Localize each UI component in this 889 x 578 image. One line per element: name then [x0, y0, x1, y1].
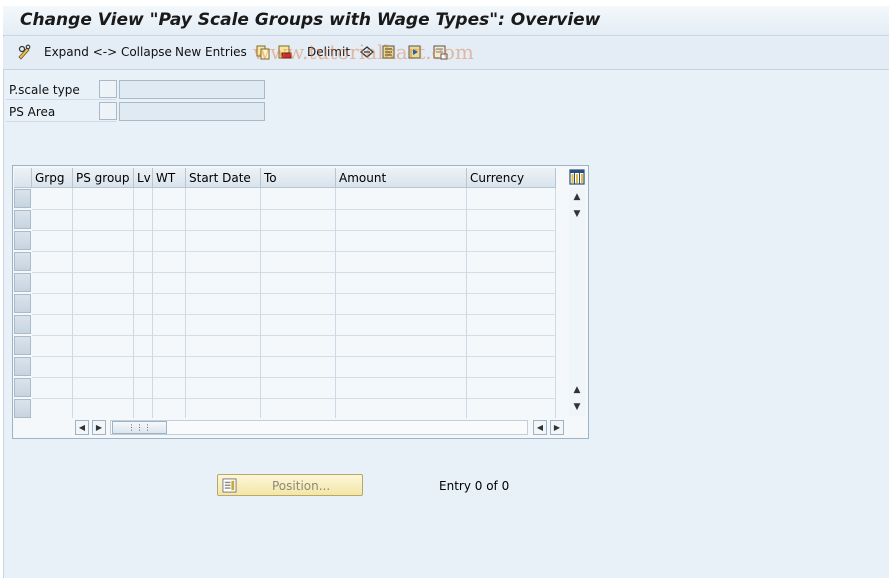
- grid-line: [32, 230, 555, 231]
- grid-line: [32, 377, 555, 378]
- row-selector[interactable]: [14, 252, 31, 271]
- row-selector[interactable]: [14, 357, 31, 376]
- row-selector[interactable]: [14, 210, 31, 229]
- row-selector[interactable]: [14, 231, 31, 250]
- page-title: Change View "Pay Scale Groups with Wage …: [20, 10, 601, 30]
- row-selector[interactable]: [14, 399, 31, 418]
- position-button-label: Position...: [272, 479, 331, 493]
- scroll-first-page-icon[interactable]: ▲: [571, 191, 583, 203]
- grid-line: [32, 356, 555, 357]
- grid-line: [32, 314, 555, 315]
- grid-line: [32, 272, 555, 273]
- row-selector[interactable]: [14, 336, 31, 355]
- application-toolbar: Expand <-> Collapse New Entries Delimit: [3, 37, 889, 70]
- grid-line: [466, 188, 467, 418]
- undo-icon[interactable]: [359, 44, 375, 60]
- pscale-type-label: P.scale type: [9, 83, 80, 97]
- horizontal-scrollbar[interactable]: [110, 420, 528, 435]
- scroll-down-icon[interactable]: ▲: [571, 384, 583, 396]
- title-bar: Change View "Pay Scale Groups with Wage …: [3, 6, 889, 36]
- scroll-right-icon[interactable]: ▶: [92, 420, 106, 435]
- position-icon: [222, 478, 237, 493]
- column-header-to[interactable]: To: [261, 168, 336, 188]
- column-header-amount[interactable]: Amount: [336, 168, 467, 188]
- column-header-lv[interactable]: Lv: [134, 168, 153, 188]
- grid-line: [32, 209, 555, 210]
- grid-line: [335, 188, 336, 418]
- grid-line: [133, 188, 134, 418]
- position-button[interactable]: Position...: [217, 474, 363, 496]
- select-all-icon[interactable]: [381, 44, 397, 60]
- expand-collapse-button[interactable]: Expand <-> Collapse: [44, 45, 172, 59]
- grid-line: [555, 188, 556, 418]
- pscale-type-field[interactable]: [119, 80, 265, 99]
- grid-line: [32, 293, 555, 294]
- grid-line: [152, 188, 153, 418]
- select-all-rows-header[interactable]: [14, 168, 32, 188]
- row-selector[interactable]: [14, 294, 31, 313]
- grid-line: [32, 251, 555, 252]
- scroll-right-end-icon[interactable]: ▶: [550, 420, 564, 435]
- display-change-icon[interactable]: [17, 44, 33, 60]
- scroll-last-page-icon[interactable]: ▼: [571, 401, 583, 413]
- new-entries-button[interactable]: New Entries: [175, 45, 247, 59]
- column-header-grpg[interactable]: Grpg: [32, 168, 73, 188]
- entry-count: Entry 0 of 0: [439, 479, 510, 493]
- horizontal-scroll-thumb[interactable]: ⋮⋮⋮: [112, 421, 167, 434]
- column-header-ps-group[interactable]: PS group: [73, 168, 134, 188]
- row-selector[interactable]: [14, 378, 31, 397]
- scroll-up-icon[interactable]: ▼: [571, 208, 583, 220]
- grid-line: [185, 188, 186, 418]
- select-block-icon[interactable]: [407, 44, 423, 60]
- delete-icon[interactable]: [276, 44, 292, 60]
- vertical-scrollbar[interactable]: [569, 188, 585, 416]
- ps-area-label: PS Area: [9, 105, 56, 119]
- column-header-wt[interactable]: WT: [153, 168, 186, 188]
- scroll-left-end-icon[interactable]: ◀: [533, 420, 547, 435]
- grid-line: [260, 188, 261, 418]
- deselect-all-icon[interactable]: [432, 44, 448, 60]
- ps-area-marker: [99, 102, 117, 120]
- column-header-currency[interactable]: Currency: [467, 168, 556, 188]
- copy-icon[interactable]: [255, 44, 271, 60]
- table-body: [32, 188, 556, 418]
- grid-line: [32, 398, 555, 399]
- ps-area-field[interactable]: [119, 102, 265, 121]
- row-selector[interactable]: [14, 315, 31, 334]
- grid-line: [72, 188, 73, 418]
- grid-line: [32, 335, 555, 336]
- scroll-left-icon[interactable]: ◀: [75, 420, 89, 435]
- table-settings-icon[interactable]: [569, 169, 585, 185]
- row-selector[interactable]: [14, 189, 31, 208]
- column-header-start-date[interactable]: Start Date: [186, 168, 261, 188]
- delimit-button[interactable]: Delimit: [307, 45, 350, 59]
- row-selector[interactable]: [14, 273, 31, 292]
- pscale-type-marker: [99, 80, 117, 98]
